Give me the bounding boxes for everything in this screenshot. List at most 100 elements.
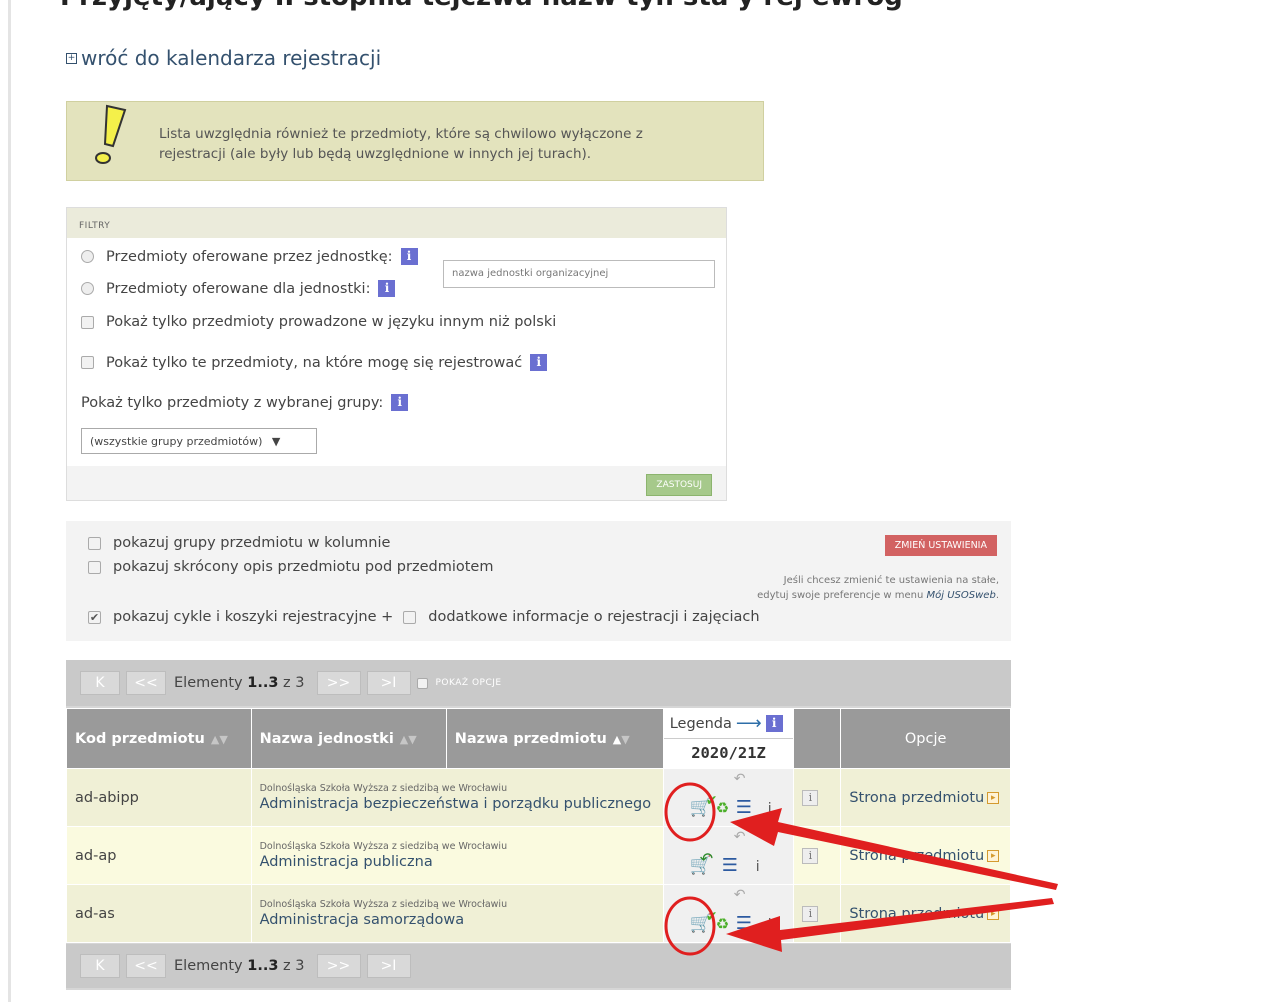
back-to-calendar-link[interactable]: + wróć do kalendarza rejestracji: [66, 46, 381, 70]
radio-offered-for-label: Przedmioty oferowane dla jednostki:: [106, 280, 371, 297]
filter-group-row: Pokaż tylko przedmioty z wybranej grupy:…: [81, 394, 409, 411]
my-usosweb-link[interactable]: Mój USOSweb: [927, 590, 996, 601]
elements-range: 1..3: [247, 958, 279, 974]
table-row: ad-as Dolnośląska Szkoła Wyższa z siedzi…: [66, 884, 1011, 943]
row-info-cell: i: [793, 826, 842, 885]
pager-bottom: K << Elementy 1..3 z 3 >> >I: [66, 944, 1011, 988]
cycles-checkbox[interactable]: ✔: [88, 610, 101, 624]
back-link-label: wróć do kalendarza rejestracji: [81, 46, 382, 70]
sort-arrows-icon[interactable]: ▲▼: [211, 733, 228, 746]
info-icon[interactable]: i: [768, 801, 772, 817]
subject-page-link[interactable]: Strona przedmiotu ▸: [849, 848, 1002, 864]
pref-note-line-2: edytuj swoje preferencje w menu: [757, 590, 927, 601]
col-code-label: Kod przedmiotu: [75, 730, 205, 747]
row-code: ad-as: [66, 884, 252, 943]
filters-title: FILTRY: [79, 221, 111, 231]
show-options-checkbox[interactable]: [416, 677, 428, 689]
col-subject-header[interactable]: Nazwa przedmiotu ▲▼: [445, 708, 664, 769]
info-icon[interactable]: i: [391, 394, 409, 411]
pref-note-line-1: Jeśli chcesz zmienić te ustawienia na st…: [783, 575, 999, 586]
info-icon[interactable]: i: [378, 280, 396, 297]
last-page-button[interactable]: >I: [366, 671, 411, 695]
row-code: ad-ap: [66, 826, 252, 885]
expand-box-icon: +: [66, 52, 77, 64]
info-box-icon[interactable]: i: [802, 906, 819, 922]
col-unit-header[interactable]: Nazwa jednostki ▲▼: [250, 708, 447, 769]
undo-arrow-icon: ↶: [733, 829, 746, 845]
info-icon[interactable]: i: [768, 917, 772, 933]
external-link-icon: ▸: [987, 849, 1000, 862]
row-subject-link[interactable]: Administracja samorządowa: [260, 912, 465, 928]
subject-page-link[interactable]: Strona przedmiotu ▸: [849, 790, 1002, 806]
sort-arrows-icon[interactable]: ▲▼: [400, 733, 417, 746]
elements-label: Elementy: [174, 675, 243, 691]
groups-column-checkbox[interactable]: [88, 536, 101, 550]
can-register-checkbox[interactable]: [81, 356, 94, 369]
setting-groups-column-row: pokazuj grupy przedmiotu w kolumnie: [88, 535, 390, 551]
next-page-button[interactable]: >>: [316, 671, 361, 695]
subject-page-label: Strona przedmiotu: [849, 789, 985, 806]
info-icon[interactable]: i: [756, 859, 760, 875]
list-icon[interactable]: ☰: [736, 913, 752, 934]
elements-total: z 3: [283, 675, 305, 691]
pager-count: Elementy 1..3 z 3: [174, 675, 305, 691]
notice-line-1: Lista uwzględnia również te przedmioty, …: [159, 126, 643, 142]
undo-arrow-icon: ↶: [699, 849, 714, 868]
foreign-language-label: Pokaż tylko przedmioty prowadzone w języ…: [106, 314, 557, 330]
radio-offered-by[interactable]: [81, 250, 94, 263]
prev-page-button[interactable]: <<: [126, 671, 166, 695]
subject-page-label: Strona przedmiotu: [849, 847, 985, 864]
col-subject-label: Nazwa przedmiotu: [454, 730, 607, 747]
subject-page-label: Strona przedmiotu: [849, 905, 985, 922]
elements-range: 1..3: [247, 675, 279, 691]
info-icon[interactable]: i: [400, 248, 418, 265]
row-registration-icons: ↶ 🛒 ✔ ♻ ☰ i: [662, 768, 795, 827]
green-cycle-icon[interactable]: ♻: [716, 915, 729, 933]
next-page-button[interactable]: >>: [316, 954, 361, 978]
left-border-rule: [8, 0, 11, 1002]
first-page-button[interactable]: K: [80, 671, 120, 695]
exclamation-icon: [95, 104, 127, 164]
undo-arrow-icon: ↶: [733, 771, 746, 787]
row-subject-link[interactable]: Administracja publiczna: [260, 854, 433, 870]
apply-button[interactable]: ZASTOSUJ: [646, 474, 712, 496]
row-registration-icons: ↶ 🛒 ↶ ☰ i: [662, 826, 795, 885]
list-icon[interactable]: ☰: [736, 797, 752, 818]
radio-offered-for[interactable]: [81, 282, 94, 295]
pager-count: Elementy 1..3 z 3: [174, 958, 305, 974]
legend-cycle: 2020/21Z: [691, 744, 766, 762]
table-row: ad-ap Dolnośląska Szkoła Wyższa z siedzi…: [66, 826, 1011, 885]
show-options-toggle[interactable]: POKAŻ OPCJE: [416, 677, 502, 689]
short-desc-checkbox[interactable]: [88, 560, 101, 574]
row-subject-link[interactable]: Administracja bezpieczeństwa i porządku …: [260, 796, 652, 812]
notice-box: Lista uwzględnia również te przedmioty, …: [66, 101, 764, 181]
legend-row[interactable]: Legenda ⟶ i: [663, 709, 794, 739]
subject-page-link[interactable]: Strona przedmiotu ▸: [849, 906, 1002, 922]
legend-label: Legenda: [669, 715, 732, 732]
sort-arrows-icon[interactable]: ▲▼: [613, 733, 630, 746]
row-options: Strona przedmiotu ▸: [840, 884, 1011, 943]
group-select-value: (wszystkie grupy przedmiotów): [90, 435, 263, 448]
row-unit: Dolnośląska Szkoła Wyższa z siedzibą we …: [259, 783, 508, 794]
elements-label: Elementy: [174, 958, 243, 974]
page-heading-cropped: Przyjęty/ający II stopnia tejczwa nazw t…: [60, 0, 903, 12]
external-link-icon: ▸: [987, 907, 1000, 920]
extra-info-checkbox[interactable]: [403, 610, 417, 624]
unit-name-input[interactable]: nazwa jednostki organizacyjnej: [443, 260, 715, 288]
list-icon[interactable]: ☰: [722, 855, 738, 876]
col-code-header[interactable]: Kod przedmiotu ▲▼: [66, 708, 252, 769]
change-settings-button[interactable]: ZMIEŃ USTAWIENIA: [884, 535, 997, 556]
info-icon[interactable]: i: [530, 354, 548, 371]
notice-line-2: rejestracji (ale były lub będą uwzględni…: [159, 146, 592, 162]
info-box-icon[interactable]: i: [802, 790, 819, 806]
group-select[interactable]: (wszystkie grupy przedmiotów) ▼: [81, 428, 317, 454]
last-page-button[interactable]: >I: [366, 954, 411, 978]
info-icon[interactable]: i: [765, 715, 783, 732]
info-box-icon[interactable]: i: [802, 848, 819, 864]
cycles-label: pokazuj cykle i koszyki rejestracyjne +: [113, 609, 394, 625]
first-page-button[interactable]: K: [80, 954, 120, 978]
prev-page-button[interactable]: <<: [126, 954, 166, 978]
green-cycle-icon[interactable]: ♻: [716, 799, 729, 817]
row-subject-cell: Dolnośląska Szkoła Wyższa z siedzibą we …: [250, 826, 664, 885]
foreign-language-checkbox[interactable]: [81, 315, 94, 329]
